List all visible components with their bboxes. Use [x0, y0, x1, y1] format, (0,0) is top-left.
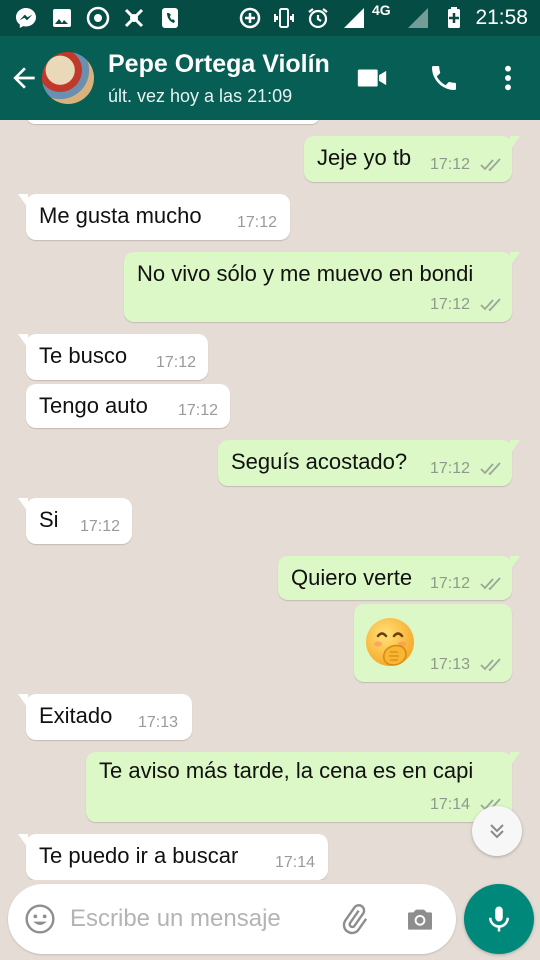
scroll-to-bottom-button[interactable]	[472, 806, 522, 856]
message-text: Te puedo ir a buscar	[39, 843, 239, 868]
bubble-tail	[18, 498, 28, 512]
message-time: 17:12	[178, 402, 219, 419]
message-time: 17:12	[237, 214, 278, 231]
message-incoming[interactable]: Te puedo ir a buscar 17:14	[18, 834, 328, 880]
message-incoming[interactable]: Tengo auto 17:12	[26, 384, 230, 428]
double-check-icon	[480, 298, 501, 312]
phone-app-icon	[158, 6, 182, 30]
mic-icon	[489, 906, 509, 932]
double-check-icon	[480, 577, 501, 591]
attach-icon[interactable]	[336, 901, 372, 937]
bubble-tail	[510, 752, 520, 766]
contact-name[interactable]: Pepe Ortega Violín	[108, 50, 330, 79]
chat-header: Pepe Ortega Violín últ. vez hoy a las 21…	[0, 36, 540, 120]
message-outgoing[interactable]: Quiero verte 17:12	[278, 556, 520, 600]
video-call-icon[interactable]	[354, 60, 390, 96]
message-time: 17:12	[430, 575, 471, 592]
contact-avatar[interactable]	[42, 52, 94, 104]
camera-icon[interactable]	[402, 901, 438, 937]
message-bubble-partial	[26, 120, 320, 124]
message-text: Si	[39, 507, 59, 532]
message-input[interactable]	[70, 898, 340, 940]
chat-area[interactable]: Jeje yo tb 17:12 Me gusta mucho 17:12 No…	[0, 120, 540, 880]
message-outgoing[interactable]: No vivo sólo y me muevo en bondi 17:12	[124, 252, 520, 322]
battery-charging-icon	[442, 6, 466, 30]
double-check-icon	[480, 462, 501, 476]
message-outgoing[interactable]: Te aviso más tarde, la cena es en capi 1…	[86, 752, 520, 822]
message-time: 17:12	[430, 156, 471, 173]
bubble-tail	[18, 834, 28, 848]
bubble-tail	[510, 440, 520, 454]
status-bar: 4G 21:58	[0, 0, 540, 36]
message-time: 17:12	[80, 518, 121, 535]
message-text: Jeje yo tb	[317, 145, 412, 170]
vibrate-icon	[272, 6, 296, 30]
message-outgoing[interactable]: 17:13	[354, 604, 512, 682]
message-time: 17:14	[275, 854, 316, 871]
message-incoming[interactable]: Te busco 17:12	[18, 334, 208, 380]
signal-weak-icon	[406, 6, 430, 30]
hand-over-mouth-emoji-icon	[366, 618, 414, 666]
double-check-icon	[480, 158, 501, 172]
message-text: No vivo sólo y me muevo en bondi	[137, 261, 474, 286]
message-time: 17:13	[138, 714, 179, 731]
signal-icon	[342, 6, 366, 30]
bubble-tail	[510, 556, 520, 570]
more-options-icon[interactable]	[490, 60, 526, 96]
message-text: Te busco	[39, 343, 128, 368]
message-text: Te aviso más tarde, la cena es en capi	[99, 758, 474, 783]
message-time: 17:14	[430, 796, 471, 813]
message-composer	[8, 884, 456, 954]
bubble-tail	[510, 136, 520, 150]
emoji-icon[interactable]	[22, 901, 58, 937]
bubble-tail	[18, 194, 28, 208]
double-chevron-down-icon	[490, 824, 504, 839]
voice-message-button[interactable]	[464, 884, 534, 954]
alarm-icon	[306, 6, 330, 30]
message-time: 17:13	[430, 656, 471, 673]
last-seen-status: últ. vez hoy a las 21:09	[108, 86, 293, 106]
message-text: Tengo auto	[39, 393, 148, 418]
data-saver-icon	[238, 6, 262, 30]
back-arrow-icon[interactable]	[8, 62, 40, 94]
message-text: Quiero verte	[291, 565, 413, 590]
message-text: Seguís acostado?	[231, 449, 408, 474]
voice-call-icon[interactable]	[426, 60, 462, 96]
chrome-icon	[86, 6, 110, 30]
message-text: Me gusta mucho	[39, 203, 202, 228]
bubble-tail	[18, 694, 28, 708]
message-time: 17:12	[430, 296, 471, 313]
gallery-icon	[50, 6, 74, 30]
message-outgoing[interactable]: Seguís acostado? 17:12	[218, 440, 520, 486]
message-outgoing[interactable]: Jeje yo tb 17:12	[304, 136, 520, 182]
double-check-icon	[480, 658, 501, 672]
bubble-tail	[18, 334, 28, 348]
bubble-tail	[510, 252, 520, 266]
message-incoming[interactable]: Exitado 17:13	[18, 694, 192, 740]
messenger-icon	[14, 6, 38, 30]
message-incoming[interactable]: Si 17:12	[18, 498, 132, 544]
message-time: 17:12	[430, 460, 471, 477]
message-time: 17:12	[156, 354, 197, 371]
message-incoming[interactable]: Me gusta mucho 17:12	[18, 194, 290, 240]
clean-master-icon	[122, 6, 146, 30]
message-text: Exitado	[39, 703, 113, 728]
status-time: 21:58	[475, 6, 528, 29]
network-type: 4G	[372, 2, 391, 18]
